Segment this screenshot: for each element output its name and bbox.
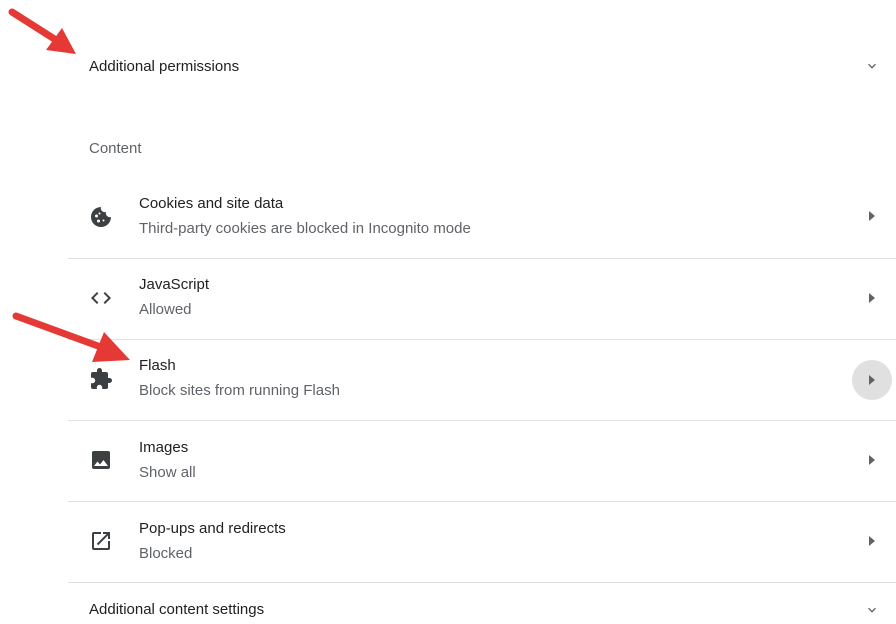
popups-arrow-button[interactable] (852, 521, 892, 561)
cookies-arrow-button[interactable] (852, 196, 892, 236)
additional-content-settings-label: Additional content settings (89, 600, 265, 618)
open-in-new-icon (92, 532, 110, 550)
images-item[interactable]: Images Show all (68, 420, 896, 500)
puzzle-icon (91, 368, 112, 389)
images-arrow-button[interactable] (852, 440, 892, 480)
item-title: JavaScript (139, 276, 210, 293)
cookie-icon (91, 207, 111, 227)
item-title: Cookies and site data (139, 195, 284, 212)
chevron-down-icon[interactable] (864, 602, 880, 618)
arrow-right-icon (869, 375, 875, 385)
additional-permissions-label: Additional permissions (89, 57, 240, 75)
divider (68, 420, 896, 421)
arrow-right-icon (869, 211, 875, 221)
item-subtitle: Blocked (139, 545, 193, 562)
divider (68, 582, 896, 583)
javascript-item[interactable]: JavaScript Allowed (68, 258, 896, 338)
item-subtitle: Block sites from running Flash (139, 382, 340, 399)
arrow-right-icon (869, 536, 875, 546)
item-title: Images (139, 439, 189, 456)
arrow-right-icon (869, 293, 875, 303)
cookies-and-site-data-item[interactable]: Cookies and site data Third-party cookie… (68, 176, 896, 256)
item-subtitle: Allowed (139, 301, 192, 318)
content-heading: Content (89, 140, 142, 157)
additional-content-settings-row[interactable]: Additional content settings (68, 594, 896, 624)
divider (68, 339, 896, 340)
flash-arrow-button[interactable] (852, 360, 892, 400)
divider (68, 501, 896, 502)
item-title: Flash (139, 357, 176, 374)
code-icon (91, 292, 111, 304)
item-subtitle: Third-party cookies are blocked in Incog… (139, 220, 471, 237)
divider (68, 258, 896, 259)
popups-and-redirects-item[interactable]: Pop-ups and redirects Blocked (68, 501, 896, 581)
javascript-arrow-button[interactable] (852, 278, 892, 318)
flash-item[interactable]: Flash Block sites from running Flash (68, 339, 896, 419)
chevron-down-icon[interactable] (864, 58, 880, 74)
image-icon (92, 451, 110, 469)
item-title: Pop-ups and redirects (139, 520, 286, 537)
arrow-right-icon (869, 455, 875, 465)
item-subtitle: Show all (139, 464, 196, 481)
additional-permissions-row[interactable]: Additional permissions (68, 48, 896, 84)
